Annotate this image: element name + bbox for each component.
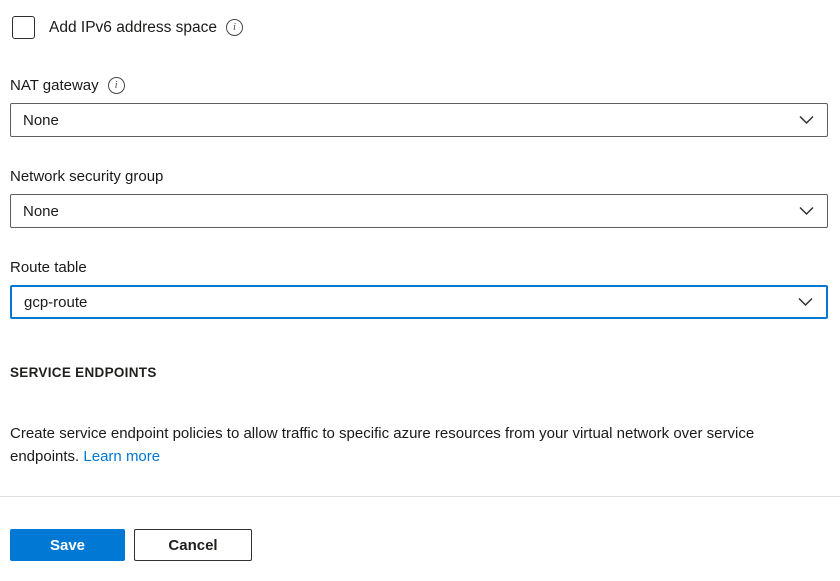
nat-gateway-selected-value: None [23, 112, 59, 129]
action-bar: Save Cancel [10, 529, 840, 561]
chevron-down-icon [799, 207, 814, 216]
save-button[interactable]: Save [10, 529, 125, 561]
nat-gateway-label: NAT gateway [10, 76, 99, 95]
nat-gateway-field: NAT gateway i None [10, 76, 828, 137]
nat-gateway-select[interactable]: None [10, 103, 828, 137]
learn-more-link[interactable]: Learn more [83, 448, 160, 465]
ipv6-checkbox-label: Add IPv6 address space [49, 19, 217, 37]
nat-gateway-label-row: NAT gateway i [10, 76, 828, 95]
network-security-group-select[interactable]: None [10, 194, 828, 228]
route-table-selected-value: gcp-route [24, 294, 87, 311]
route-table-label-row: Route table [10, 258, 828, 277]
service-endpoints-heading: SERVICE ENDPOINTS [10, 365, 828, 380]
route-table-label: Route table [10, 258, 87, 277]
divider [0, 496, 840, 497]
network-security-group-label-row: Network security group [10, 167, 828, 186]
chevron-down-icon [798, 298, 813, 307]
cancel-button[interactable]: Cancel [134, 529, 252, 561]
network-security-group-field: Network security group None [10, 167, 828, 228]
info-icon[interactable]: i [108, 77, 125, 94]
route-table-field: Route table gcp-route [10, 258, 828, 319]
network-security-group-label: Network security group [10, 167, 163, 186]
route-table-select[interactable]: gcp-route [10, 285, 828, 319]
ipv6-checkbox-row: Add IPv6 address space i [12, 16, 828, 39]
network-security-group-selected-value: None [23, 203, 59, 220]
chevron-down-icon [799, 116, 814, 125]
service-endpoints-description: Create service endpoint policies to allo… [10, 422, 798, 468]
subnet-settings-panel: Add IPv6 address space i NAT gateway i N… [0, 0, 840, 468]
info-icon[interactable]: i [226, 19, 243, 36]
ipv6-checkbox[interactable] [12, 16, 35, 39]
